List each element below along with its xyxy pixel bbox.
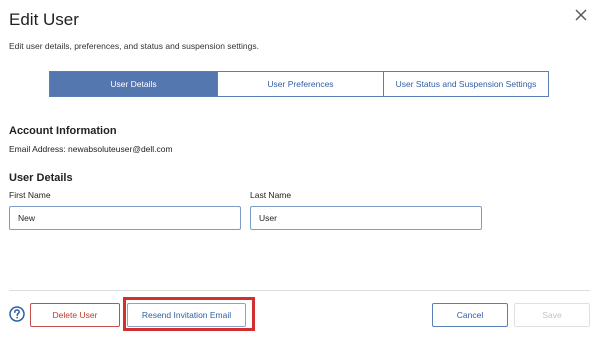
resend-invitation-email-button[interactable]: Resend Invitation Email [127, 303, 246, 327]
help-icon[interactable] [9, 306, 25, 322]
first-name-label: First Name [9, 190, 51, 200]
first-name-input[interactable] [9, 206, 241, 230]
last-name-input[interactable] [250, 206, 482, 230]
tab-bar: User Details User Preferences User Statu… [49, 71, 549, 97]
cancel-button[interactable]: Cancel [432, 303, 508, 327]
save-button[interactable]: Save [514, 303, 590, 327]
footer-divider [9, 290, 590, 291]
close-icon[interactable] [573, 7, 589, 23]
user-details-heading: User Details [9, 172, 73, 184]
email-address-text: Email Address: newabsoluteuser@dell.com [9, 144, 173, 154]
tab-user-status-suspension[interactable]: User Status and Suspension Settings [383, 72, 548, 96]
last-name-label: Last Name [250, 190, 292, 200]
tab-user-details[interactable]: User Details [50, 72, 217, 96]
dialog-subtitle: Edit user details, preferences, and stat… [9, 41, 259, 51]
dialog-title: Edit User [9, 10, 79, 29]
tab-user-preferences[interactable]: User Preferences [217, 72, 383, 96]
delete-user-button[interactable]: Delete User [30, 303, 120, 327]
account-information-heading: Account Information [9, 125, 117, 137]
edit-user-dialog: Edit User Edit user details, preferences… [0, 0, 600, 338]
